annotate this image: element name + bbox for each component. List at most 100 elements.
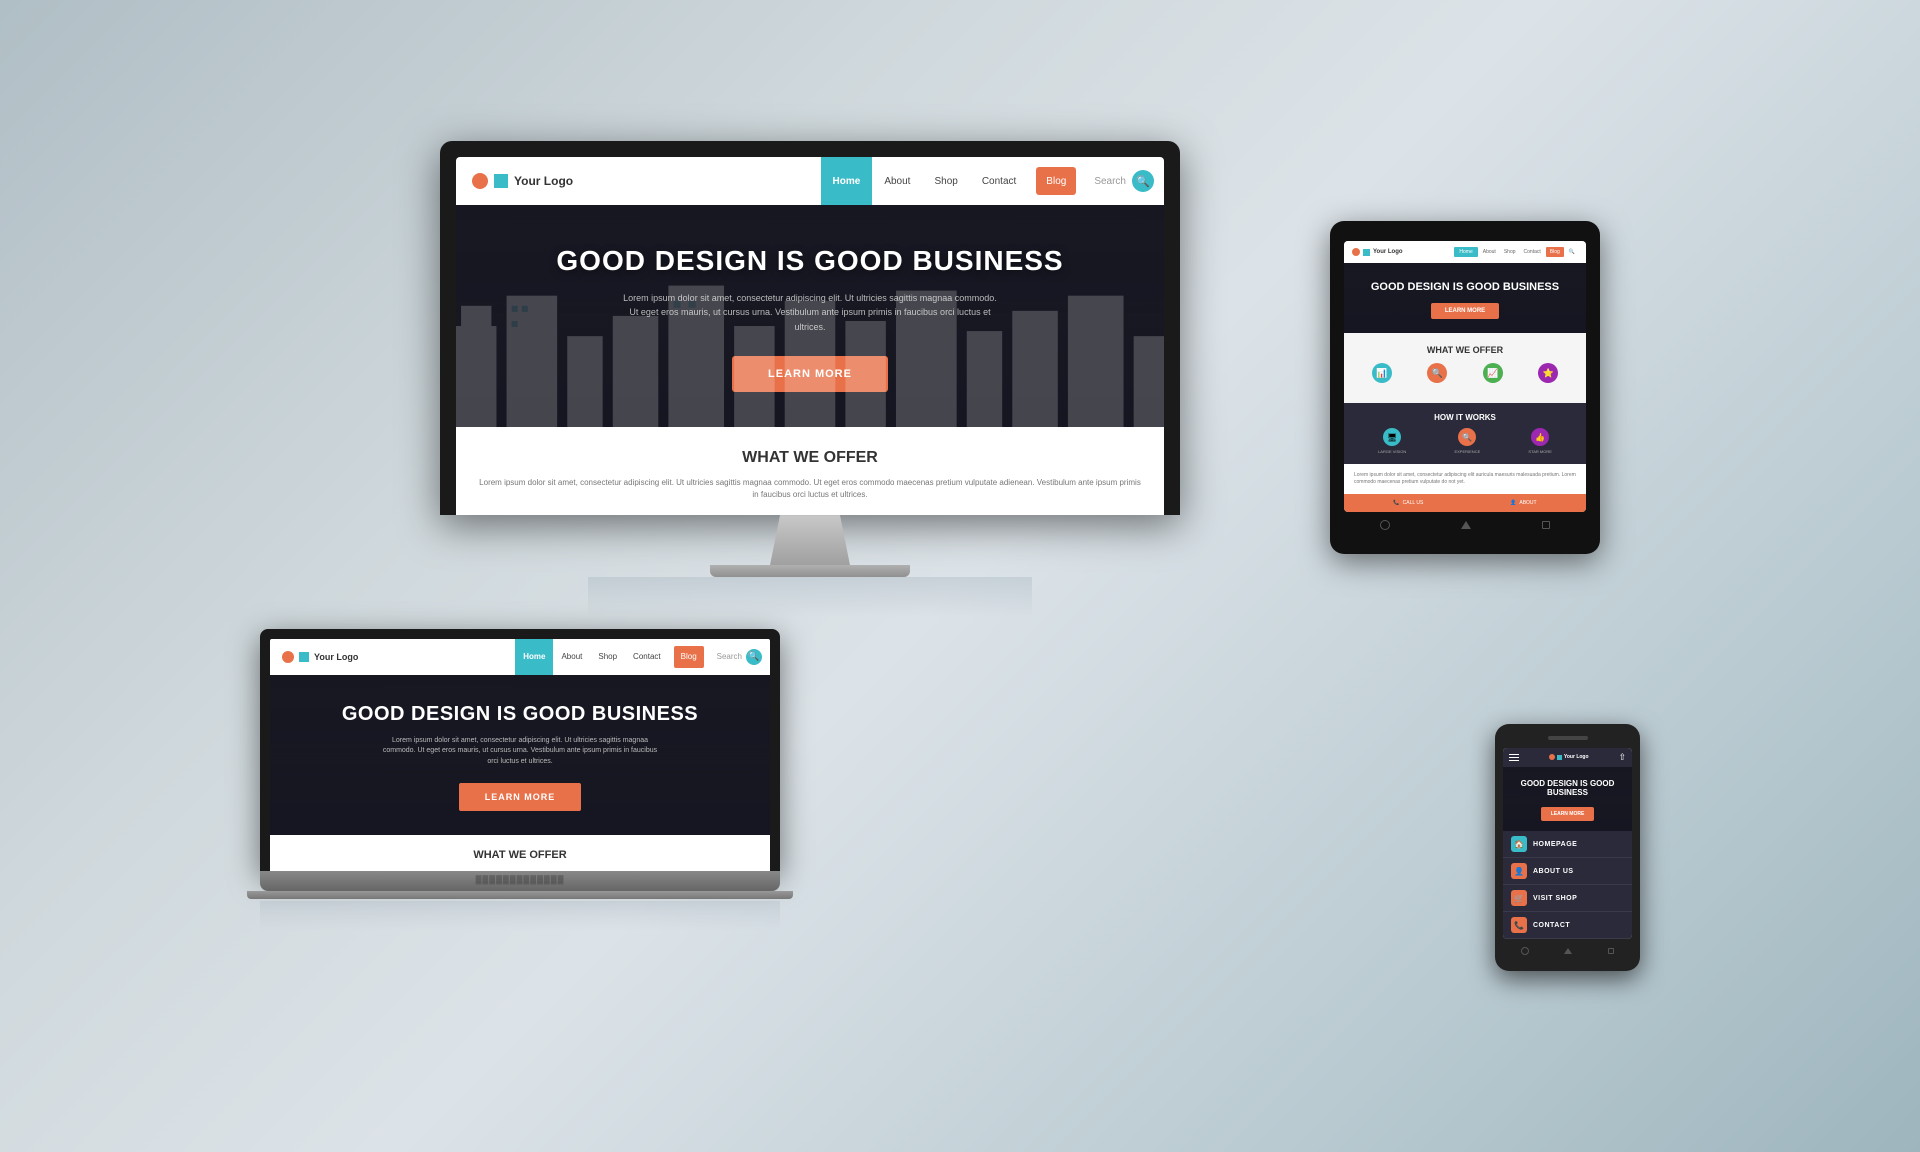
phone-website: Your Logo ⇧ GOOD DESIGN IS GOOD BUSINESS… xyxy=(1503,748,1632,939)
tablet-nav-blog[interactable]: Blog xyxy=(1546,247,1564,257)
desktop-screen: Your Logo Home About Shop Contact Blog S… xyxy=(456,157,1164,515)
phone-home-btn[interactable] xyxy=(1564,948,1572,954)
menu-line-1 xyxy=(1509,754,1519,755)
desktop-nav-logo: Your Logo xyxy=(456,157,821,205)
shop-icon: 🛒 xyxy=(1511,890,1527,906)
tablet-how-label-2: EXPERIENCE xyxy=(1454,449,1480,454)
homepage-icon: 🏠 xyxy=(1511,836,1527,852)
phone-back-btn[interactable] xyxy=(1521,947,1529,955)
desktop-reflection xyxy=(588,577,1032,617)
tablet-how-label-3: STAR MORE xyxy=(1528,449,1551,454)
tablet-how-circle-2: 🔍 xyxy=(1458,428,1476,446)
tablet-nav-shop[interactable]: Shop xyxy=(1501,249,1519,255)
nav-blog[interactable]: Blog xyxy=(1036,167,1076,195)
laptop-nav-about[interactable]: About xyxy=(553,639,590,675)
desktop-device: Your Logo Home About Shop Contact Blog S… xyxy=(440,141,1180,617)
phone-menu-shop-label: VISIT SHOP xyxy=(1533,895,1577,902)
nav-home[interactable]: Home xyxy=(821,157,873,205)
tablet-how-circle-3: 👍 xyxy=(1531,428,1549,446)
tablet-website: Your Logo Home About Shop Contact Blog 🔍 xyxy=(1344,241,1586,512)
phone-hero: GOOD DESIGN IS GOOD BUSINESS LEARN MORE xyxy=(1503,767,1632,831)
tablet-offer: WHAT WE OFFER 📊 🔍 📈 ⭐ xyxy=(1344,333,1586,403)
desktop-base xyxy=(710,565,910,577)
phone-screen: Your Logo ⇧ GOOD DESIGN IS GOOD BUSINESS… xyxy=(1503,748,1632,939)
phone-speaker xyxy=(1548,736,1588,740)
search-label: Search xyxy=(1094,176,1126,187)
desktop-nav-search[interactable]: Search 🔍 xyxy=(1084,157,1164,205)
tablet-back-btn[interactable] xyxy=(1380,520,1390,530)
phone-menu-shop[interactable]: 🛒 VISIT SHOP xyxy=(1503,885,1632,912)
contact-icon: 📞 xyxy=(1511,917,1527,933)
laptop-bottom xyxy=(247,891,793,899)
phone-recent-btn[interactable] xyxy=(1608,948,1614,954)
tablet-bottom-1: 📞 CALL US xyxy=(1393,500,1423,506)
desktop-offer-text: Lorem ipsum dolor sit amet, consectetur … xyxy=(476,477,1144,501)
tablet-logo-square xyxy=(1363,249,1370,256)
tablet-nav-contact[interactable]: Contact xyxy=(1521,249,1544,255)
tablet-screen: Your Logo Home About Shop Contact Blog 🔍 xyxy=(1344,241,1586,512)
laptop-logo-square xyxy=(299,652,309,662)
desktop-hero: GOOD DESIGN IS GOOD BUSINESS Lorem ipsum… xyxy=(456,205,1164,427)
phone-logo-text: Your Logo xyxy=(1564,754,1589,760)
tablet-nav-search[interactable]: 🔍 xyxy=(1566,249,1578,255)
tablet-hero-title: GOOD DESIGN IS GOOD BUSINESS xyxy=(1354,281,1576,293)
tablet-device: Your Logo Home About Shop Contact Blog 🔍 xyxy=(1330,221,1600,554)
laptop-nav-shop[interactable]: Shop xyxy=(590,639,625,675)
laptop-offer-title: WHAT WE OFFER xyxy=(282,849,758,861)
tablet-nav-items: Home About Shop Contact Blog 🔍 xyxy=(1454,247,1578,257)
share-icon[interactable]: ⇧ xyxy=(1618,752,1626,763)
laptop-search-icon[interactable]: 🔍 xyxy=(746,649,762,665)
tablet-hero-btn[interactable]: LEARN MORE xyxy=(1431,303,1499,319)
tablet-how-circle-1: 🖥 xyxy=(1383,428,1401,446)
laptop-hero-btn[interactable]: LEARN MORE xyxy=(459,783,582,811)
tablet-nav-home[interactable]: Home xyxy=(1454,247,1477,257)
nav-about[interactable]: About xyxy=(872,157,922,205)
hamburger-icon[interactable] xyxy=(1509,754,1519,761)
laptop-nav-search[interactable]: Search 🔍 xyxy=(709,639,770,675)
laptop-nav-links: Home About Shop Contact Blog xyxy=(515,639,708,675)
phone-icon: 📞 xyxy=(1393,500,1399,506)
laptop-reflection xyxy=(260,901,780,931)
phone-menu-homepage[interactable]: 🏠 HOMEPAGE xyxy=(1503,831,1632,858)
desktop-offer-section: WHAT WE OFFER Lorem ipsum dolor sit amet… xyxy=(456,427,1164,515)
laptop-logo-text: Your Logo xyxy=(314,652,358,662)
scene: Your Logo Home About Shop Contact Blog S… xyxy=(260,101,1660,1051)
menu-line-3 xyxy=(1509,760,1519,761)
tablet-bezel: Your Logo Home About Shop Contact Blog 🔍 xyxy=(1330,221,1600,554)
phone-nav-menu: 🏠 HOMEPAGE 👤 ABOUT US 🛒 VISIT SHOP xyxy=(1503,831,1632,939)
laptop-nav-blog[interactable]: Blog xyxy=(674,646,704,668)
tablet-recent-btn[interactable] xyxy=(1542,521,1550,529)
desktop-website: Your Logo Home About Shop Contact Blog S… xyxy=(456,157,1164,515)
tablet-logo: Your Logo xyxy=(1352,248,1403,256)
tablet-bottom-label-1: CALL US xyxy=(1403,500,1424,506)
tablet-quote: Lorem ipsum dolor sit amet, consectetur … xyxy=(1344,464,1586,494)
phone-topbar: Your Logo ⇧ xyxy=(1503,748,1632,767)
laptop-offer: WHAT WE OFFER xyxy=(270,835,770,871)
phone-hero-btn[interactable]: LEARN MORE xyxy=(1541,807,1595,821)
tablet-offer-icon-4: ⭐ xyxy=(1538,363,1558,383)
tablet-nav-about[interactable]: About xyxy=(1480,249,1499,255)
menu-line-2 xyxy=(1509,757,1519,758)
search-icon[interactable]: 🔍 xyxy=(1132,170,1154,192)
tablet-offer-title: WHAT WE OFFER xyxy=(1354,345,1576,355)
nav-shop[interactable]: Shop xyxy=(922,157,969,205)
phone-bezel: Your Logo ⇧ GOOD DESIGN IS GOOD BUSINESS… xyxy=(1495,724,1640,971)
tablet-offer-icons: 📊 🔍 📈 ⭐ xyxy=(1354,363,1576,383)
tablet-offer-icon-3: 📈 xyxy=(1483,363,1503,383)
laptop-nav-contact[interactable]: Contact xyxy=(625,639,669,675)
phone-menu-about[interactable]: 👤 ABOUT US xyxy=(1503,858,1632,885)
tablet-home-btn[interactable] xyxy=(1461,521,1471,529)
tablet-how-label-1: LARGE VISION xyxy=(1378,449,1406,454)
laptop-nav-home[interactable]: Home xyxy=(515,639,553,675)
nav-contact[interactable]: Contact xyxy=(970,157,1028,205)
laptop-hero: GOOD DESIGN IS GOOD BUSINESS Lorem ipsum… xyxy=(270,675,770,836)
tablet-offer-icon-2: 🔍 xyxy=(1427,363,1447,383)
laptop-screen-bezel: Your Logo Home About Shop Contact Blog S… xyxy=(260,629,780,872)
desktop-offer-title: WHAT WE OFFER xyxy=(476,449,1144,467)
tablet-how-title: HOW IT WORKS xyxy=(1354,413,1576,422)
laptop-base xyxy=(260,871,780,891)
laptop-website: Your Logo Home About Shop Contact Blog S… xyxy=(270,639,770,872)
logo-square-icon xyxy=(494,174,508,188)
phone-menu-contact[interactable]: 📞 CONTACT xyxy=(1503,912,1632,939)
phone-hero-title: GOOD DESIGN IS GOOD BUSINESS xyxy=(1511,779,1624,798)
